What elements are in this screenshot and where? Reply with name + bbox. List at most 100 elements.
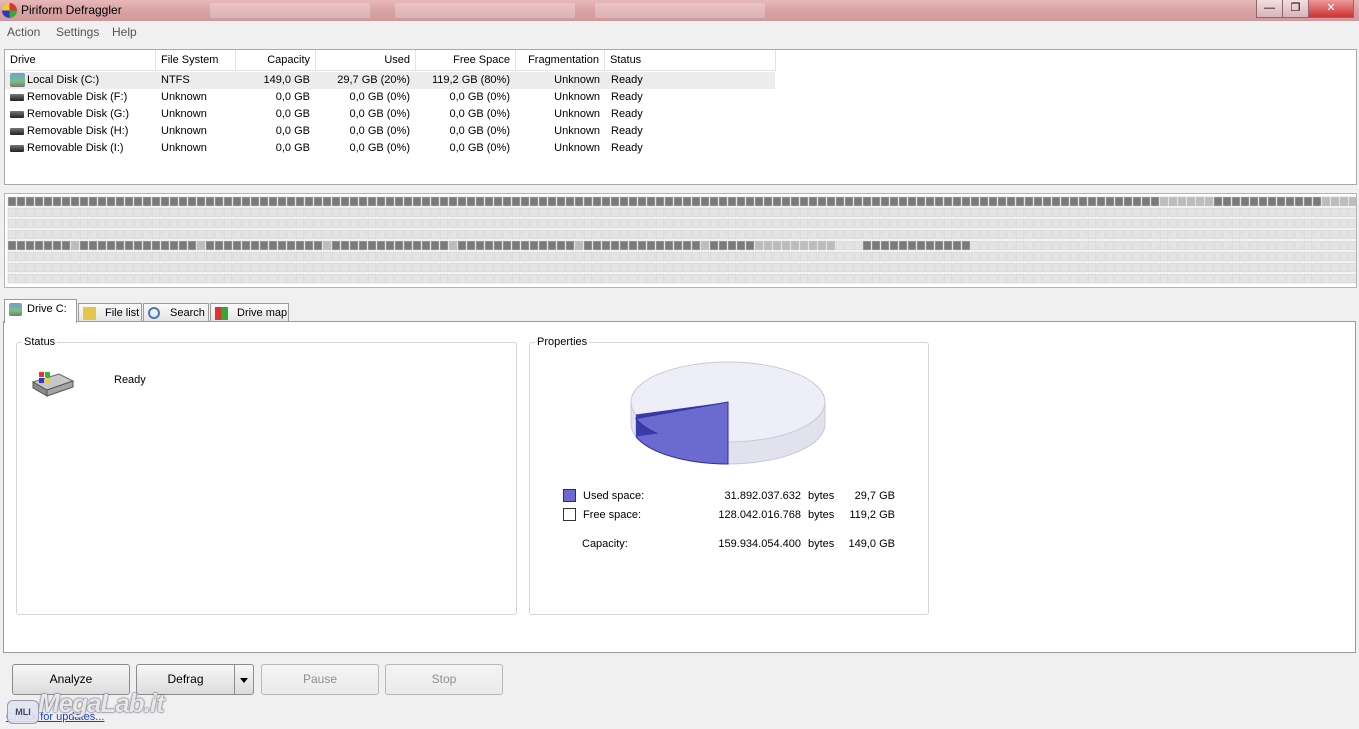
disk-block <box>754 262 764 273</box>
disk-block <box>151 196 161 207</box>
disk-block <box>844 196 854 207</box>
disk-block <box>394 240 404 251</box>
disk-block <box>799 273 809 284</box>
disk-block <box>916 218 926 229</box>
disk-block <box>691 218 701 229</box>
disk-block <box>331 273 341 284</box>
drive-row[interactable]: Removable Disk (H:) Unknown 0,0 GB 0,0 GB (… <box>5 123 775 140</box>
menu-help[interactable]: Help <box>112 25 137 39</box>
disk-block <box>79 207 89 218</box>
drive-row-used: 0,0 GB (0%) <box>349 91 410 103</box>
disk-block <box>1159 229 1169 240</box>
disk-block <box>1114 218 1124 229</box>
disk-block <box>1141 240 1151 251</box>
disk-block <box>1006 251 1016 262</box>
disk-block <box>430 251 440 262</box>
disk-block <box>142 262 152 273</box>
disk-block <box>1258 262 1268 273</box>
disk-block <box>1222 218 1232 229</box>
disk-block <box>1051 196 1061 207</box>
disk-block <box>817 207 827 218</box>
column-header-free-space[interactable]: Free Space <box>416 50 516 71</box>
column-header-drive[interactable]: Drive <box>5 50 156 71</box>
disk-block <box>1330 229 1340 240</box>
disk-block <box>43 262 53 273</box>
menu-action[interactable]: Action <box>7 25 40 39</box>
disk-block <box>1132 229 1142 240</box>
disk-block <box>466 262 476 273</box>
disk-block <box>799 229 809 240</box>
disk-block <box>205 229 215 240</box>
disk-block <box>511 218 521 229</box>
disk-block <box>394 196 404 207</box>
disk-block <box>1060 207 1070 218</box>
disk-block <box>790 196 800 207</box>
disk-block <box>538 273 548 284</box>
disk-block <box>115 273 125 284</box>
column-header-fragmentation[interactable]: Fragmentation <box>516 50 605 71</box>
disk-block <box>241 207 251 218</box>
tab-file-list[interactable]: File list <box>78 303 142 322</box>
disk-block <box>1087 229 1097 240</box>
disk-block <box>385 218 395 229</box>
column-header-capacity[interactable]: Capacity <box>236 50 316 71</box>
disk-block <box>430 207 440 218</box>
minimize-button[interactable]: — <box>1256 0 1283 18</box>
disk-block <box>736 196 746 207</box>
drive-row[interactable]: Removable Disk (I:) Unknown 0,0 GB 0,0 GB (… <box>5 140 775 157</box>
disk-block <box>700 196 710 207</box>
disk-block <box>1177 207 1187 218</box>
disk-block <box>610 251 620 262</box>
disk-block <box>439 196 449 207</box>
disk-block <box>439 273 449 284</box>
column-header-status[interactable]: Status <box>605 50 776 71</box>
drive-row[interactable]: Local Disk (C:) NTFS 149,0 GB 29,7 GB (20%)… <box>5 72 775 89</box>
tab-drive-c[interactable]: Drive C: <box>4 299 77 323</box>
drive-row[interactable]: Removable Disk (F:) Unknown 0,0 GB 0,0 GB (… <box>5 89 775 106</box>
stop-button[interactable]: Stop <box>385 664 503 695</box>
disk-block <box>727 273 737 284</box>
disk-block <box>682 196 692 207</box>
disk-block <box>1051 251 1061 262</box>
disk-block <box>520 229 530 240</box>
disk-block <box>1078 218 1088 229</box>
disk-block <box>907 273 917 284</box>
disk-block <box>349 207 359 218</box>
disk-block <box>1060 196 1070 207</box>
drive-row-capacity: 0,0 GB <box>275 125 310 137</box>
disk-block <box>142 196 152 207</box>
disk-block <box>448 262 458 273</box>
disk-block <box>187 251 197 262</box>
restore-button[interactable]: ❐ <box>1282 0 1309 18</box>
disk-block <box>304 251 314 262</box>
disk-block <box>241 251 251 262</box>
disk-block <box>1303 251 1313 262</box>
drive-row[interactable]: Removable Disk (G:) Unknown 0,0 GB 0,0 GB (… <box>5 106 775 123</box>
free-space-swatch <box>563 508 576 521</box>
drive-list[interactable]: Drive File System Capacity Used Free Spa… <box>4 49 1357 185</box>
disk-block <box>1123 240 1133 251</box>
tab-search[interactable]: Search <box>143 303 209 322</box>
disk-block <box>1087 196 1097 207</box>
disk-block <box>1240 196 1250 207</box>
disk-block <box>889 273 899 284</box>
disk-block <box>1042 207 1052 218</box>
disk-block <box>61 196 71 207</box>
column-header-used[interactable]: Used <box>316 50 416 71</box>
disk-block <box>934 207 944 218</box>
pause-button[interactable]: Pause <box>261 664 379 695</box>
column-header-file-system[interactable]: File System <box>156 50 236 71</box>
drive-block-map[interactable] <box>4 193 1358 288</box>
disk-block <box>484 229 494 240</box>
menu-settings[interactable]: Settings <box>56 25 99 39</box>
defrag-dropdown-arrow[interactable] <box>234 665 254 694</box>
disk-block <box>484 251 494 262</box>
close-button[interactable]: ✕ <box>1308 0 1354 18</box>
disk-block <box>1213 251 1223 262</box>
disk-block <box>1024 207 1034 218</box>
tab-drive-map[interactable]: Drive map <box>210 303 289 322</box>
disk-block <box>754 251 764 262</box>
disk-block <box>1303 229 1313 240</box>
disk-block <box>493 240 503 251</box>
disk-block <box>772 207 782 218</box>
